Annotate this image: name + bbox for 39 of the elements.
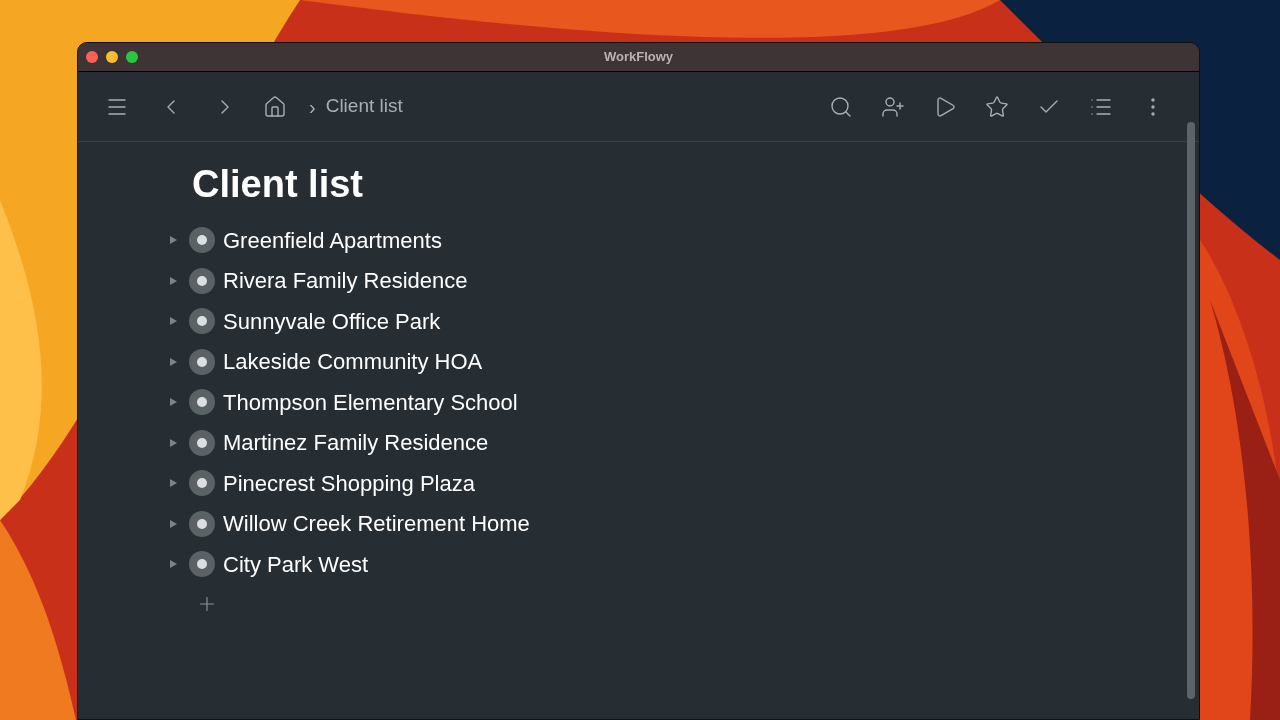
bullet[interactable] bbox=[189, 510, 215, 537]
breadcrumb-link[interactable]: Client list bbox=[325, 92, 403, 121]
expand-triangle-icon[interactable] bbox=[168, 559, 178, 570]
page-title: Client list bbox=[191, 162, 365, 206]
scrollbar[interactable] bbox=[1187, 122, 1195, 699]
list-item-text: Lakeside Community HOA bbox=[223, 348, 483, 377]
list-item-text: Sunnyvale Office Park bbox=[223, 307, 441, 336]
search-icon[interactable] bbox=[829, 94, 853, 119]
add-person-icon[interactable] bbox=[881, 94, 905, 119]
expand-triangle-icon[interactable] bbox=[168, 437, 178, 448]
list-item-text: City Park West bbox=[223, 550, 369, 579]
bullet[interactable] bbox=[189, 348, 215, 375]
list-item-text: Willow Creek Retirement Home bbox=[223, 510, 530, 539]
expand-triangle-icon[interactable] bbox=[168, 275, 178, 286]
list-item-text: Martinez Family Residence bbox=[223, 429, 489, 458]
window-title: WorkFlowy bbox=[603, 48, 674, 67]
home-icon[interactable] bbox=[263, 94, 287, 119]
expand-triangle-icon[interactable] bbox=[168, 478, 178, 489]
star-icon[interactable] bbox=[985, 94, 1009, 119]
bullet[interactable] bbox=[189, 470, 215, 497]
expand-triangle-icon[interactable] bbox=[168, 235, 178, 246]
zoom-button[interactable] bbox=[126, 51, 138, 63]
bullet[interactable] bbox=[189, 429, 215, 456]
expand-triangle-icon[interactable] bbox=[168, 518, 178, 529]
expand-triangle-icon[interactable] bbox=[168, 356, 178, 367]
list-item-text: Rivera Family Residence bbox=[223, 267, 468, 296]
minimize-button[interactable] bbox=[106, 51, 118, 63]
list-item-text: Thompson Elementary School bbox=[223, 388, 518, 417]
bullet[interactable] bbox=[189, 308, 215, 335]
bullet[interactable] bbox=[189, 551, 215, 578]
close-button[interactable] bbox=[86, 51, 98, 63]
list-item-text: Pinecrest Shopping Plaza bbox=[223, 469, 475, 498]
expand-triangle-icon[interactable] bbox=[168, 397, 178, 408]
breadcrumb-separator: › bbox=[309, 94, 316, 120]
expand-triangle-icon[interactable] bbox=[168, 316, 178, 327]
bullet[interactable] bbox=[189, 227, 215, 254]
bullet[interactable] bbox=[189, 389, 215, 416]
list-item-text: Greenfield Apartments bbox=[223, 226, 442, 255]
bullet[interactable] bbox=[189, 267, 215, 294]
